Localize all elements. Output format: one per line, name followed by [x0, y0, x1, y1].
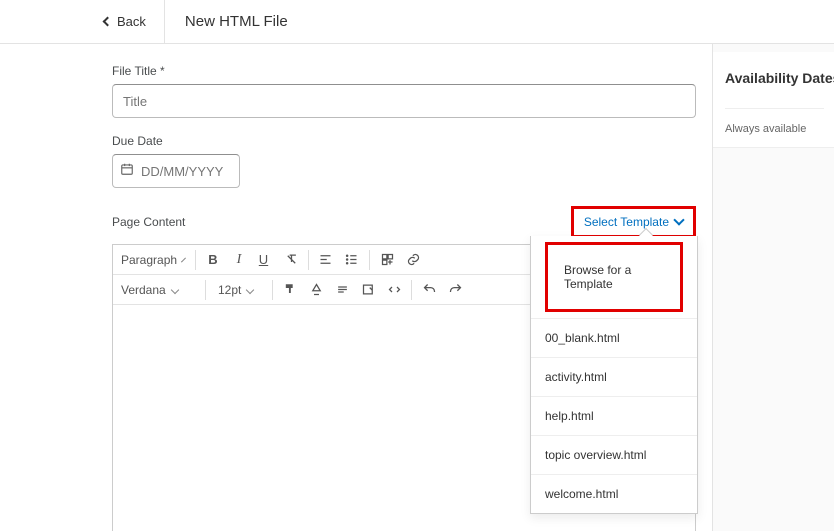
font-select[interactable]: Verdana [113, 277, 201, 303]
file-title-input[interactable] [112, 84, 696, 118]
chevron-down-icon [673, 214, 684, 225]
paragraph-select[interactable]: Paragraph [113, 247, 191, 273]
dd-item-3[interactable]: topic overview.html [531, 435, 697, 474]
sidebar-status: Always available [725, 108, 824, 135]
file-title-label: File Title * [112, 64, 696, 78]
sidebar: Availability Dates Always available [712, 44, 834, 531]
highlight-button[interactable] [303, 277, 329, 303]
dd-item-1[interactable]: activity.html [531, 357, 697, 396]
insert-stuff-button[interactable] [374, 247, 400, 273]
italic-button[interactable]: I [226, 247, 252, 273]
select-template-button[interactable]: Select Template [574, 209, 693, 235]
code-button[interactable] [381, 277, 407, 303]
dd-item-0[interactable]: 00_blank.html [531, 318, 697, 357]
paint-button[interactable] [277, 277, 303, 303]
bold-button[interactable]: B [200, 247, 226, 273]
redo-button[interactable] [442, 277, 468, 303]
undo-button[interactable] [416, 277, 442, 303]
equation-button[interactable] [329, 277, 355, 303]
align-button[interactable] [313, 247, 339, 273]
accessibility-button[interactable] [355, 277, 381, 303]
dd-browse[interactable]: Browse for a Template [531, 242, 697, 312]
dd-item-2[interactable]: help.html [531, 396, 697, 435]
select-template-label: Select Template [584, 215, 669, 229]
list-button[interactable] [339, 247, 365, 273]
sidebar-heading: Availability Dates [725, 70, 824, 86]
chevron-left-icon [103, 17, 113, 27]
clear-format-button[interactable] [278, 247, 304, 273]
back-button[interactable]: Back [0, 0, 165, 43]
page-title: New HTML File [165, 13, 288, 30]
template-dropdown: Browse for a Template 00_blank.html acti… [530, 236, 698, 514]
dd-item-4[interactable]: welcome.html [531, 474, 697, 513]
page-content-label: Page Content [112, 215, 185, 229]
size-select[interactable]: 12pt [210, 277, 268, 303]
underline-button[interactable]: U [252, 247, 278, 273]
calendar-icon [120, 162, 134, 176]
link-button[interactable] [400, 247, 426, 273]
due-date-label: Due Date [112, 134, 696, 148]
back-label: Back [117, 14, 146, 29]
